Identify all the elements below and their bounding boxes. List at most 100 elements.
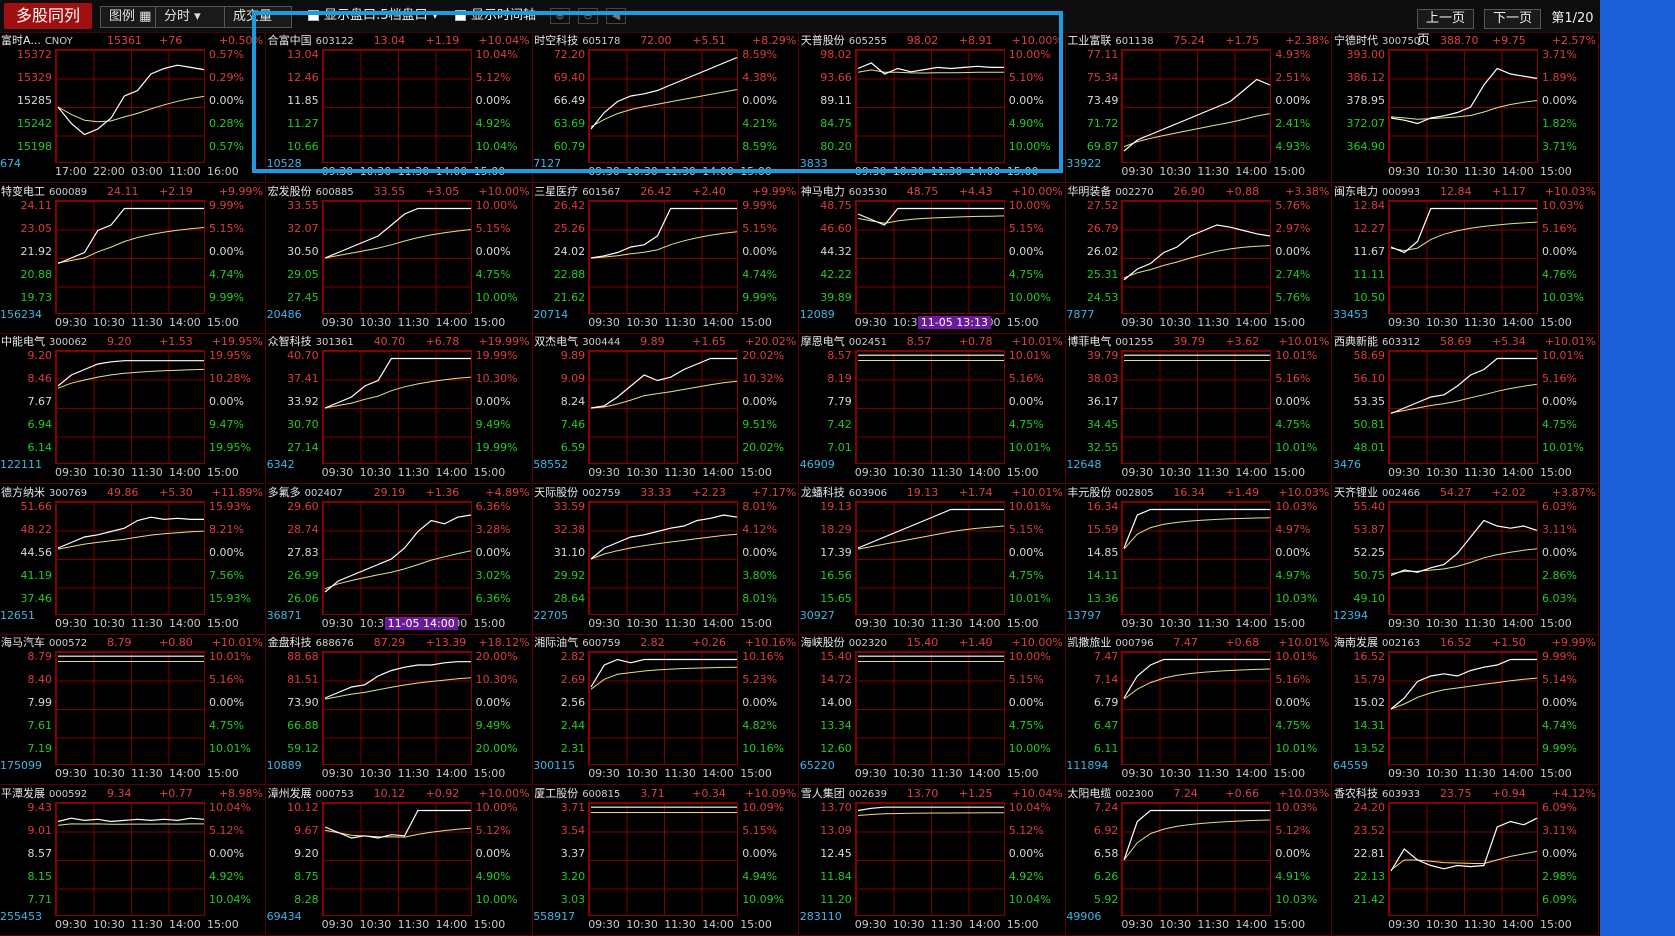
intraday-chart[interactable]	[1121, 801, 1272, 916]
stock-cell[interactable]: 雪人集团 002639 13.70 +1.25 +10.04% 13.70 13.09 12.…	[799, 785, 1066, 936]
intraday-chart[interactable]	[55, 651, 205, 765]
intraday-chart[interactable]	[588, 350, 739, 464]
intraday-chart[interactable]	[1121, 350, 1272, 464]
intraday-chart[interactable]	[1121, 199, 1272, 314]
stock-cell[interactable]: 龙蟠科技 603906 19.13 +1.74 +10.01% 19.13 18.29 17.…	[799, 484, 1066, 635]
stock-change: +1.50	[1492, 636, 1526, 649]
intraday-chart[interactable]	[1388, 199, 1538, 314]
stock-cell[interactable]: 天齐锂业 002466 54.27 +2.02 +3.87% 55.40 53.87 52.2…	[1333, 484, 1599, 635]
stock-cell[interactable]: 特变电工 600089 24.11 +2.19 +9.99% 24.11 23.05 21.9…	[0, 183, 266, 334]
period-dropdown[interactable]: 分时 ▾	[155, 6, 233, 28]
intraday-chart[interactable]	[1121, 49, 1272, 163]
stock-cell[interactable]: 湘际油气 600759 2.82 +0.26 +10.16% 2.82 2.69 2.56 2.…	[533, 635, 800, 785]
legend-button[interactable]: 图例 ▦	[100, 6, 161, 28]
stock-cell[interactable]: 德方纳米 300769 49.86 +5.30 +11.89% 51.66 48.22 44.…	[0, 484, 266, 635]
price-axis-label: 9.20	[27, 349, 53, 362]
stock-cell[interactable]: 工业富联 601138 75.24 +1.75 +2.38% 77.11 75.34 73.4…	[1066, 33, 1333, 183]
next-page-button[interactable]: 下一页	[1484, 9, 1542, 29]
intraday-chart[interactable]	[321, 49, 472, 163]
stock-cell[interactable]: 漳州发展 000753 10.12 +0.92 +10.00% 10.12 9.67 9.20…	[266, 785, 533, 936]
stock-cell[interactable]: 宏发股份 600885 33.55 +3.05 +10.00% 33.55 32.07 30.…	[266, 183, 533, 334]
intraday-chart[interactable]	[1388, 350, 1538, 464]
stock-cell[interactable]: 众智科技 301361 40.70 +6.78 +19.99% 40.70 37.41 33.…	[266, 334, 533, 484]
intraday-chart[interactable]	[321, 500, 472, 615]
intraday-chart[interactable]	[55, 199, 205, 314]
time-label: 14:00	[1502, 616, 1534, 630]
intraday-chart[interactable]	[588, 801, 739, 916]
stock-cell[interactable]: 神马电力 603530 48.75 +4.43 +10.00% 48.75 46.60 44.…	[799, 183, 1066, 334]
intraday-chart[interactable]	[1121, 500, 1272, 615]
pct-axis-label: 4.90%	[475, 869, 511, 883]
intraday-chart[interactable]	[55, 49, 205, 163]
intraday-chart[interactable]	[588, 49, 739, 163]
stock-cell[interactable]: 海峡股份 002320 15.40 +1.40 +10.00% 15.40 14.72 14.…	[799, 635, 1066, 785]
stock-cell[interactable]: 富时A... CNOY 15361 +76 +0.50% 15372 15329 15285 1…	[0, 33, 266, 183]
stock-cell[interactable]: 合富中国 603122 13.04 +1.19 +10.04% 13.04 12.46 11.…	[266, 33, 533, 183]
intraday-chart[interactable]	[588, 651, 739, 765]
stock-cell[interactable]: 海南发展 002163 16.52 +1.50 +9.99% 16.52 15.79 15.0…	[1333, 635, 1599, 785]
intraday-chart[interactable]	[588, 199, 739, 314]
time-label: 15:00	[207, 767, 239, 780]
intraday-chart[interactable]	[55, 801, 205, 916]
stock-cell[interactable]: 太阳电缆 002300 7.24 +0.66 +10.03% 7.24 6.92 6.58 6.…	[1066, 785, 1333, 936]
stock-cell[interactable]: 天际股份 002759 33.33 +2.23 +7.17% 33.59 32.38 31.1…	[533, 484, 800, 635]
intraday-chart[interactable]	[321, 350, 472, 464]
stock-cell[interactable]: 华明装备 002270 26.90 +0.88 +3.38% 27.52 26.79 26.0…	[1066, 183, 1333, 334]
intraday-chart[interactable]	[588, 500, 739, 615]
stock-cell[interactable]: 丰元股份 002805 16.34 +1.49 +10.03% 16.34 15.59 14.…	[1066, 484, 1333, 635]
price-axis-label: 2.69	[560, 673, 586, 686]
stock-cell[interactable]: 平潭发展 000592 9.34 +0.77 +8.98% 9.43 9.01 8.57 8.1…	[0, 785, 266, 936]
intraday-chart[interactable]	[55, 500, 205, 615]
stock-cell[interactable]: 西典新能 603312 58.69 +5.34 +10.01% 58.69 56.10 53.…	[1333, 334, 1599, 484]
stock-cell[interactable]: 摩恩电气 002451 8.57 +0.78 +10.01% 8.57 8.19 7.79 7.…	[799, 334, 1066, 484]
stock-cell[interactable]: 多氟多 002407 29.19 +1.36 +4.89% 29.60 28.74 27.83…	[266, 484, 533, 635]
stock-cell[interactable]: 天普股份 605255 98.02 +8.91 +10.00% 98.02 93.66 89.…	[799, 33, 1066, 183]
stock-cell[interactable]: 三星医疗 601567 26.42 +2.40 +9.99% 26.42 25.26 24.0…	[533, 183, 800, 334]
stock-price: 48.75	[906, 184, 939, 198]
intraday-chart[interactable]	[321, 801, 472, 916]
intraday-chart[interactable]	[854, 49, 1005, 163]
stock-cell[interactable]: 中能电气 300062 9.20 +1.53 +19.95% 9.20 8.46 7.67 6.…	[0, 334, 266, 484]
stock-cell[interactable]: 宁德时代 300750 388.70 +9.75 +2.57% 393.00 386.12 3…	[1333, 33, 1599, 183]
time-axis: 09:30 10:30 11:30 14:00 15:00	[1121, 918, 1331, 931]
stock-cell[interactable]: 博菲电气 001255 39.79 +3.62 +10.01% 39.79 38.03 36.…	[1066, 334, 1333, 484]
panel-option-select[interactable]: 显示盘口:5档盘口 ▾	[308, 6, 438, 26]
intraday-chart[interactable]	[55, 350, 205, 464]
time-axis-checkbox[interactable]	[455, 10, 466, 21]
intraday-chart[interactable]	[1388, 49, 1538, 163]
stock-cell[interactable]: 闽东电力 000993 12.84 +1.17 +10.03% 12.84 12.27 11.…	[1333, 183, 1599, 334]
panel-checkbox[interactable]	[308, 10, 319, 21]
prev-page-button[interactable]: 上一页	[1417, 9, 1475, 29]
indicator-dropdown[interactable]: 成交量	[224, 6, 292, 28]
zoom-out-icon[interactable]: ⊖	[578, 8, 598, 24]
pct-axis-label: 10.01%	[1008, 349, 1051, 362]
stock-cell[interactable]: 香农科技 603933 23.75 +0.94 +4.12% 24.20 23.52 22.8…	[1333, 785, 1599, 936]
intraday-chart[interactable]	[1121, 651, 1272, 765]
back-icon[interactable]: ◀	[606, 8, 626, 24]
intraday-chart[interactable]	[1388, 801, 1538, 916]
stock-cell[interactable]: 凯撒旅业 000796 7.47 +0.68 +10.01% 7.47 7.14 6.79 6.…	[1066, 635, 1333, 785]
intraday-chart[interactable]	[854, 350, 1005, 464]
intraday-chart[interactable]	[1388, 500, 1538, 615]
pct-axis-label: 5.16%	[1275, 372, 1311, 385]
time-axis-toggle[interactable]: 显示时间轴	[455, 6, 536, 26]
intraday-chart[interactable]	[321, 199, 472, 314]
time-axis: 09:30 10:30 11:30 14:00 15:00	[588, 767, 798, 780]
pct-axis-label: 5.14%	[1542, 673, 1577, 686]
intraday-chart[interactable]	[854, 500, 1005, 615]
intraday-chart[interactable]	[854, 801, 1005, 916]
zoom-in-icon[interactable]: ⊕	[550, 8, 570, 24]
volume-label: 20486	[266, 307, 302, 321]
stock-cell[interactable]: 双杰电气 300444 9.89 +1.65 +20.02% 9.89 9.09 8.24 7.…	[533, 334, 800, 484]
stock-cell[interactable]: 金盘科技 688676 87.29 +13.39 +18.12% 88.68 81.51 73…	[266, 635, 533, 785]
stock-cell[interactable]: 时空科技 605178 72.00 +5.51 +8.29% 72.20 69.40 66.4…	[533, 33, 800, 183]
intraday-chart[interactable]	[854, 651, 1005, 765]
volume-label: 12394	[1333, 608, 1368, 622]
intraday-chart[interactable]	[854, 199, 1005, 314]
time-label: 15:00	[1540, 616, 1572, 630]
stock-code: 300750	[1382, 36, 1421, 47]
stock-cell[interactable]: 厦工股份 600815 3.71 +0.34 +10.09% 3.71 3.54 3.37 3.…	[533, 785, 800, 936]
intraday-chart[interactable]	[1388, 651, 1538, 765]
intraday-chart[interactable]	[321, 651, 472, 765]
stock-cell[interactable]: 海马汽车 000572 8.79 +0.80 +10.01% 8.79 8.40 7.99 7.…	[0, 635, 266, 785]
